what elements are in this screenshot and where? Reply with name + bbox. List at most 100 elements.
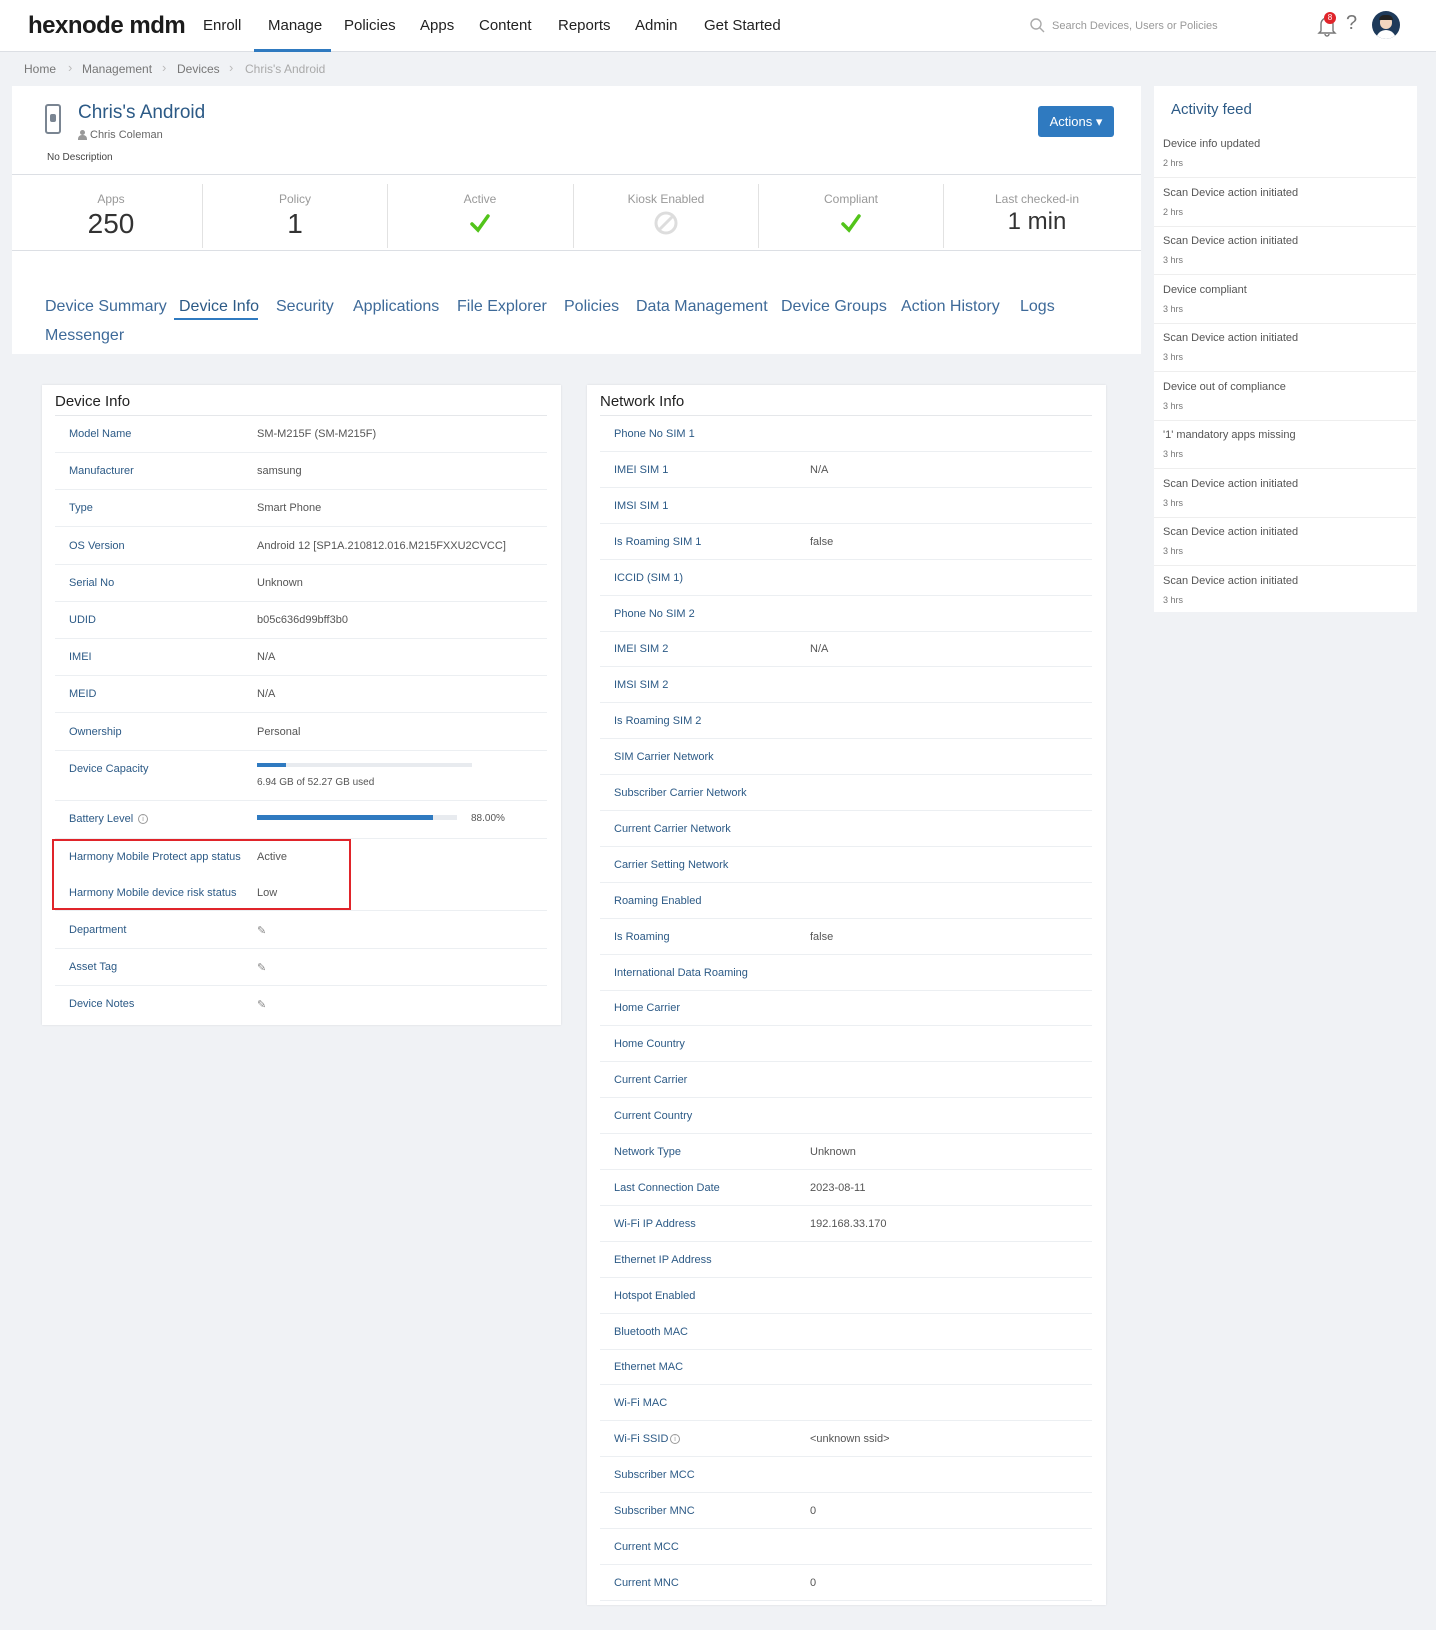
row-value: N/A [257, 688, 276, 701]
network-info-row-wi-fi-ssid: Wi-Fi SSID <unknown ssid> i [600, 1421, 1092, 1458]
network-info-row-carrier-setting-network: Carrier Setting Network [600, 847, 1092, 883]
network-info-row-is-roaming: Is Roaming false [600, 919, 1092, 955]
row-label: Home Country [614, 1038, 685, 1051]
row-value: N/A [810, 463, 829, 476]
activity-feed-list[interactable]: Device info updated 2 hrs Scan Device acti… [1154, 130, 1417, 612]
row-label: Phone No SIM 1 [614, 428, 695, 440]
device-info-row-serial-no: Serial No Unknown [55, 565, 547, 602]
row-label: International Data Roaming [614, 966, 748, 979]
tab-logs[interactable]: Logs [1020, 298, 1055, 316]
breadcrumb-devices[interactable]: Devices [177, 62, 220, 76]
activity-time: 3 hrs [1163, 594, 1184, 605]
activity-time: 3 hrs [1163, 352, 1184, 362]
menu-admin[interactable]: Admin [635, 17, 678, 34]
activity-time: 2 hrs [1163, 158, 1184, 168]
activity-text: Device compliant [1163, 283, 1247, 296]
hexnode-logo[interactable]: hexnode mdm [28, 12, 186, 40]
row-value: Smart Phone [257, 502, 322, 515]
menu-content[interactable]: Content [479, 17, 532, 34]
edit-icon[interactable]: ✎ [257, 961, 266, 974]
tab-applications[interactable]: Applications [353, 298, 439, 316]
info-icon[interactable]: i [670, 1434, 680, 1445]
activity-feed-item[interactable]: Device compliant 3 hrs [1154, 276, 1416, 324]
row-label: Subscriber Carrier Network [614, 787, 747, 799]
actions-button[interactable]: Actions ▾ [1038, 106, 1114, 137]
network-info-row-hotspot-enabled: Hotspot Enabled [600, 1278, 1092, 1314]
activity-text: Scan Device action initiated [1163, 186, 1299, 199]
menu-enroll[interactable]: Enroll [203, 17, 241, 34]
stat-policy[interactable]: Policy 1 [202, 178, 388, 248]
activity-feed-item[interactable]: Scan Device action initiated 3 hrs [1154, 567, 1416, 613]
activity-feed-item[interactable]: '1' mandatory apps missing 3 hrs [1154, 421, 1416, 469]
row-label: Phone No SIM 2 [614, 607, 695, 620]
tab-device-groups[interactable]: Device Groups [781, 298, 887, 316]
row-value: N/A [810, 643, 829, 656]
activity-feed-item[interactable]: Scan Device action initiated 3 hrs [1154, 324, 1416, 372]
row-value: SM-M215F (SM-M215F) [257, 428, 377, 440]
row-label: Wi-Fi MAC [614, 1397, 668, 1410]
breadcrumb-home[interactable]: Home [24, 62, 56, 76]
notification-bell-icon[interactable]: 8 [1316, 12, 1338, 38]
tab-messenger[interactable]: Messenger [45, 327, 124, 345]
activity-time: 3 hrs [1163, 449, 1184, 459]
menu-manage[interactable]: Manage [268, 17, 322, 34]
activity-feed-title: Activity feed [1171, 101, 1252, 118]
activity-feed-item[interactable]: Scan Device action initiated 2 hrs [1154, 179, 1416, 227]
row-label: IMSI SIM 1 [614, 499, 669, 512]
activity-text: Scan Device action initiated [1163, 574, 1299, 587]
breadcrumb-management[interactable]: Management [82, 62, 152, 76]
network-info-row-roaming-enabled: Roaming Enabled [600, 883, 1092, 919]
menu-policies[interactable]: Policies [344, 17, 396, 34]
tab-device-info[interactable]: Device Info [179, 298, 259, 316]
activity-time: 3 hrs [1163, 400, 1184, 411]
network-info-title: Network Info [600, 393, 685, 410]
network-info-row-imei-sim-1: IMEI SIM 1 N/A [600, 452, 1092, 488]
menu-get-started[interactable]: Get Started [704, 17, 781, 34]
activity-feed-item[interactable]: Device out of compliance 3 hrs [1154, 373, 1416, 421]
menu-apps[interactable]: Apps [420, 17, 454, 34]
activity-feed-item[interactable]: Scan Device action initiated 3 hrs [1154, 470, 1416, 518]
tab-security[interactable]: Security [276, 298, 334, 316]
activity-feed-item[interactable]: Scan Device action initiated 3 hrs [1154, 227, 1416, 275]
row-label: Carrier Setting Network [614, 858, 729, 871]
device-info-row-model-name: Model Name SM-M215F (SM-M215F) [55, 416, 547, 453]
activity-feed-item[interactable]: Scan Device action initiated 3 hrs [1154, 518, 1416, 566]
search-input[interactable]: Search Devices, Users or Policies [1030, 16, 1270, 38]
stat-apps[interactable]: Apps 250 [18, 178, 204, 248]
row-label: Ethernet MAC [614, 1361, 684, 1374]
activity-text: Device info updated [1163, 138, 1261, 150]
tab-device-summary[interactable]: Device Summary [45, 298, 167, 316]
tab-action-history[interactable]: Action History [901, 298, 1000, 316]
row-value: samsung [257, 465, 302, 478]
menu-reports[interactable]: Reports [558, 17, 611, 34]
network-info-row-last-connection-date: Last Connection Date 2023-08-11 [600, 1170, 1092, 1206]
check-icon [841, 214, 861, 233]
tab-data-management[interactable]: Data Management [636, 298, 768, 316]
help-icon[interactable]: ? [1346, 12, 1357, 35]
row-value: Android 12 [SP1A.210812.016.M215FXXU2CVC… [257, 539, 506, 552]
network-info-row-ethernet-mac: Ethernet MAC [600, 1349, 1092, 1386]
activity-text: Scan Device action initiated [1163, 526, 1299, 538]
user-icon [78, 130, 87, 140]
row-label: Ownership [69, 725, 122, 738]
row-value: 192.168.33.170 [810, 1217, 887, 1230]
tab-policies[interactable]: Policies [564, 298, 619, 316]
battery-bar [257, 815, 457, 820]
row-value: Unknown [810, 1146, 856, 1158]
tab-file-explorer[interactable]: File Explorer [457, 298, 547, 316]
row-value: Unknown [257, 576, 303, 589]
activity-text: Device out of compliance [1163, 380, 1286, 393]
device-user[interactable]: Chris Coleman [90, 129, 163, 141]
user-avatar[interactable] [1372, 11, 1400, 39]
row-value: false [810, 930, 834, 943]
activity-feed-item[interactable]: Device info updated 2 hrs [1154, 130, 1416, 178]
disabled-icon [654, 211, 678, 235]
row-label: Last Connection Date [614, 1181, 720, 1194]
edit-icon[interactable]: ✎ [257, 924, 266, 937]
row-value: N/A [257, 651, 276, 664]
network-info-row-is-roaming-sim-2: Is Roaming SIM 2 [600, 703, 1092, 740]
row-label: Serial No [69, 576, 115, 589]
info-icon[interactable]: i [138, 814, 148, 824]
edit-icon[interactable]: ✎ [257, 998, 266, 1011]
row-label: Bluetooth MAC [614, 1325, 688, 1338]
